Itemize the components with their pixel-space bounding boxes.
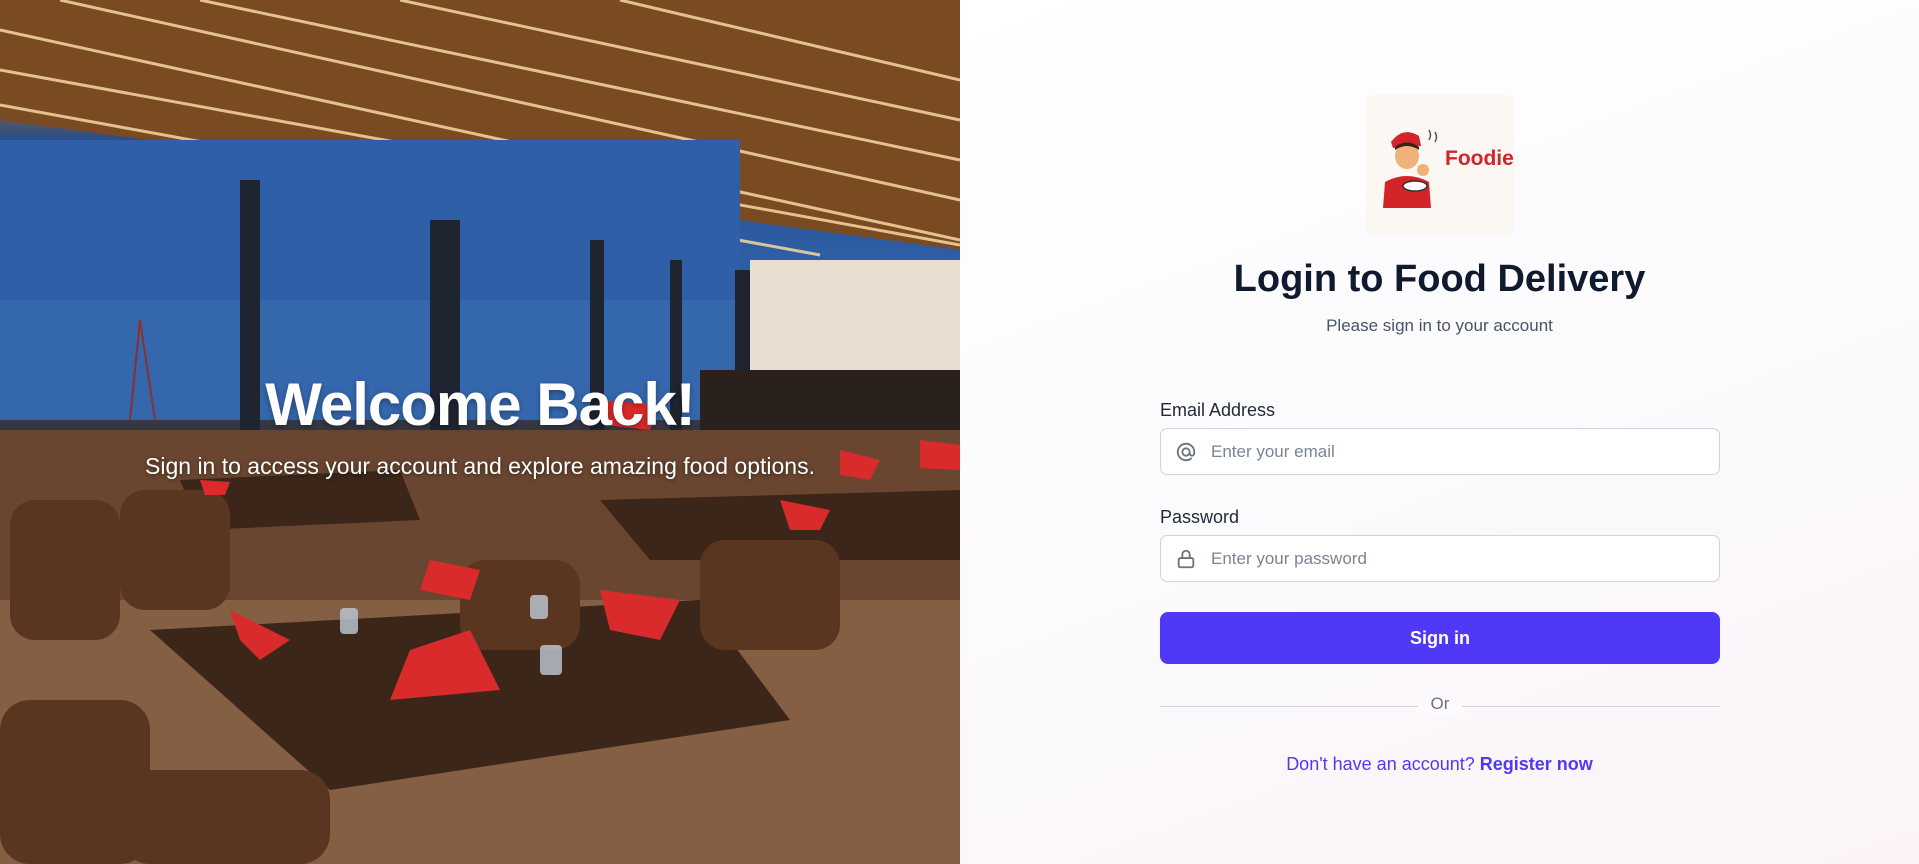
lock-icon [1177,549,1195,569]
hero-subtitle: Sign in to access your account and explo… [145,453,815,479]
email-label: Email Address [1160,400,1276,420]
page-subtitle: Please sign in to your account [1326,316,1553,335]
page-title: Login to Food Delivery [1233,258,1646,300]
at-sign-icon [1176,442,1196,462]
email-input[interactable] [1211,429,1711,474]
email-field[interactable] [1160,428,1720,475]
or-separator: Or [1418,694,1462,714]
sign-in-button[interactable]: Sign in [1160,612,1720,664]
login-panel: Foodie Login to Food Delivery Please sig… [960,0,1919,864]
register-link[interactable]: Register now [1480,754,1593,774]
chef-mascot-icon [1383,129,1438,208]
logo-text: Foodie [1445,147,1514,170]
register-prompt-text: Don't have an account? [1286,754,1475,774]
password-input[interactable] [1211,536,1711,581]
hero-image-panel: Welcome Back! Sign in to access your acc… [0,0,960,864]
hero-title: Welcome Back! [265,371,695,438]
register-prompt: Don't have an account? Register now [960,754,1919,775]
password-label: Password [1160,507,1240,527]
password-field[interactable] [1160,535,1720,582]
foodie-logo: Foodie [1365,95,1515,235]
